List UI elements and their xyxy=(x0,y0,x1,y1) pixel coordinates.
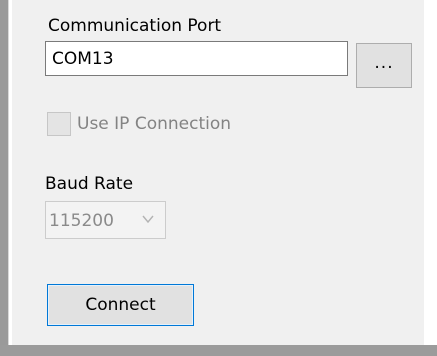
baud-rate-label: Baud Rate xyxy=(45,174,134,194)
browse-port-button[interactable]: ... xyxy=(356,43,412,88)
window-left-border xyxy=(0,0,9,356)
use-ip-connection-checkbox[interactable] xyxy=(47,112,71,136)
chevron-down-icon xyxy=(142,215,154,224)
connect-button[interactable]: Connect xyxy=(47,284,194,326)
baud-rate-select[interactable]: 115200 xyxy=(45,201,166,239)
communication-port-input[interactable]: COM13 xyxy=(45,41,348,76)
baud-rate-value: 115200 xyxy=(49,211,114,231)
panel-right-edge xyxy=(424,0,437,345)
communication-port-value: COM13 xyxy=(52,49,114,69)
window-bottom-border xyxy=(0,345,437,356)
communication-port-label: Communication Port xyxy=(48,16,222,36)
use-ip-connection-label: Use IP Connection xyxy=(77,114,232,134)
